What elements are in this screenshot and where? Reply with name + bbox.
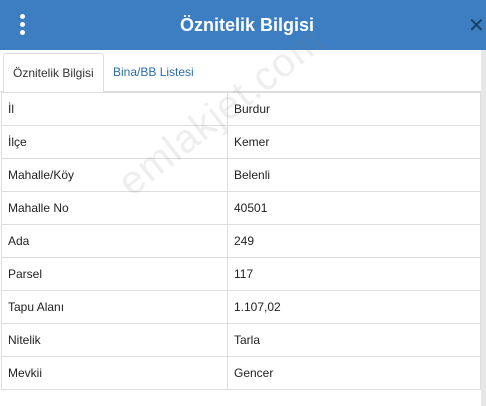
attribute-key: Parsel [1,257,228,291]
attribute-key: Mahalle No [1,191,228,225]
attribute-key: Nitelik [1,323,228,357]
attribute-value: 117 [227,257,481,291]
attribute-key: Ada [1,224,228,258]
table-row: Mahalle No 40501 [1,191,481,225]
attribute-value: Burdur [227,92,481,126]
tab-attribute-info[interactable]: Öznitelik Bilgisi [3,53,104,93]
attribute-key: Mahalle/Köy [1,158,228,192]
attribute-value: Kemer [227,125,481,159]
table-row: Parsel 117 [1,257,481,291]
table-row: İlçe Kemer [1,125,481,159]
attribute-value: 1.107,02 [227,290,481,324]
attribute-key: İlçe [1,125,228,159]
attribute-value: 249 [227,224,481,258]
table-row: Nitelik Tarla [1,323,481,357]
tab-bar: Öznitelik Bilgisi Bina/BB Listesi [0,50,486,93]
scrollbar-track[interactable] [481,50,486,406]
table-row: İl Burdur [1,92,481,126]
attribute-key: Mevkii [1,356,228,390]
tab-building-list[interactable]: Bina/BB Listesi [104,53,203,92]
attribute-table: İl Burdur İlçe Kemer Mahalle/Köy Belenli… [1,92,481,390]
attribute-key: Tapu Alanı [1,290,228,324]
attribute-key: İl [1,92,228,126]
title-bar: Öznitelik Bilgisi ✕ [0,0,486,50]
table-row: Mevkii Gencer [1,356,481,390]
attribute-value: Tarla [227,323,481,357]
table-row: Tapu Alanı 1.107,02 [1,290,481,324]
window-title: Öznitelik Bilgisi [179,15,315,35]
close-icon[interactable]: ✕ [468,14,486,36]
attribute-value: 40501 [227,191,481,225]
attribute-value: Belenli [227,158,481,192]
attribute-value: Gencer [227,356,481,390]
table-row: Ada 249 [1,224,481,258]
attribute-info-window: Öznitelik Bilgisi ✕ Öznitelik Bilgisi Bi… [0,0,486,406]
table-row: Mahalle/Köy Belenli [1,158,481,192]
